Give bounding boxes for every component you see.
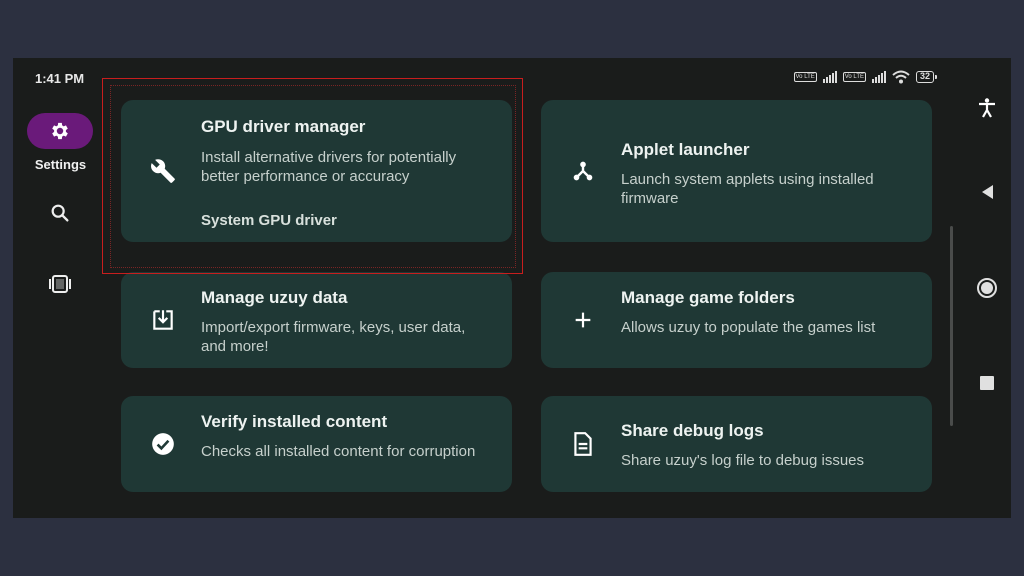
back-icon <box>982 185 993 199</box>
card-description: Import/export firmware, keys, user data,… <box>201 319 466 355</box>
scrollbar[interactable] <box>950 226 953 426</box>
card-description: Checks all installed content for corrupt… <box>201 443 476 460</box>
card-description: Share uzuy's log file to debug issues <box>621 452 865 469</box>
rail-item-games[interactable] <box>46 270 74 298</box>
recents-button[interactable] <box>971 367 1003 399</box>
gear-icon <box>52 122 68 140</box>
rail-settings-label: Settings <box>34 157 87 172</box>
device-screen: 1:41 PM Vo LTE Vo LTE 32 Settings GPU dr… <box>13 58 1011 518</box>
card-title: Manage game folders <box>621 288 795 307</box>
home-button[interactable] <box>971 272 1003 304</box>
accessibility-icon <box>979 98 995 118</box>
navigation-rail: Settings <box>13 58 108 518</box>
signal-icon <box>822 71 837 83</box>
accessibility-button[interactable] <box>971 92 1003 124</box>
home-icon <box>977 278 997 298</box>
document-icon <box>569 430 597 458</box>
system-navigation-bar <box>963 58 1011 518</box>
card-manage-data[interactable]: Manage uzuy data Import/export firmware,… <box>121 272 512 368</box>
battery-icon: 32 <box>915 71 938 83</box>
wifi-icon <box>892 70 910 84</box>
rail-item-search[interactable] <box>46 199 74 227</box>
applet-icon <box>569 157 597 185</box>
card-title: Applet launcher <box>621 140 750 159</box>
check-circle-icon <box>149 430 177 458</box>
card-description: Launch system applets using installed fi… <box>621 171 874 207</box>
highlight-inner-box <box>110 85 516 268</box>
card-title: Share debug logs <box>621 421 764 440</box>
signal-icon-2 <box>871 71 886 83</box>
card-verify-installed-content[interactable]: Verify installed content Checks all inst… <box>121 396 512 492</box>
status-icons: Vo LTE Vo LTE 32 <box>793 70 938 84</box>
card-applet-launcher[interactable]: Applet launcher Launch system applets us… <box>541 100 932 242</box>
card-share-debug-logs[interactable]: Share debug logs Share uzuy's log file t… <box>541 396 932 492</box>
plus-icon <box>569 306 597 334</box>
games-icon <box>49 275 71 293</box>
rail-item-settings[interactable] <box>27 113 93 149</box>
card-description: Allows uzuy to populate the games list <box>621 319 876 336</box>
search-icon <box>51 204 69 222</box>
recents-icon <box>980 376 994 390</box>
download-icon <box>149 306 177 334</box>
card-manage-game-folders[interactable]: Manage game folders Allows uzuy to popul… <box>541 272 932 368</box>
volte-icon-2: Vo LTE <box>842 72 866 82</box>
card-title: Manage uzuy data <box>201 288 348 307</box>
card-title: Verify installed content <box>201 412 388 431</box>
back-button[interactable] <box>971 176 1003 208</box>
volte-icon: Vo LTE <box>793 72 817 82</box>
